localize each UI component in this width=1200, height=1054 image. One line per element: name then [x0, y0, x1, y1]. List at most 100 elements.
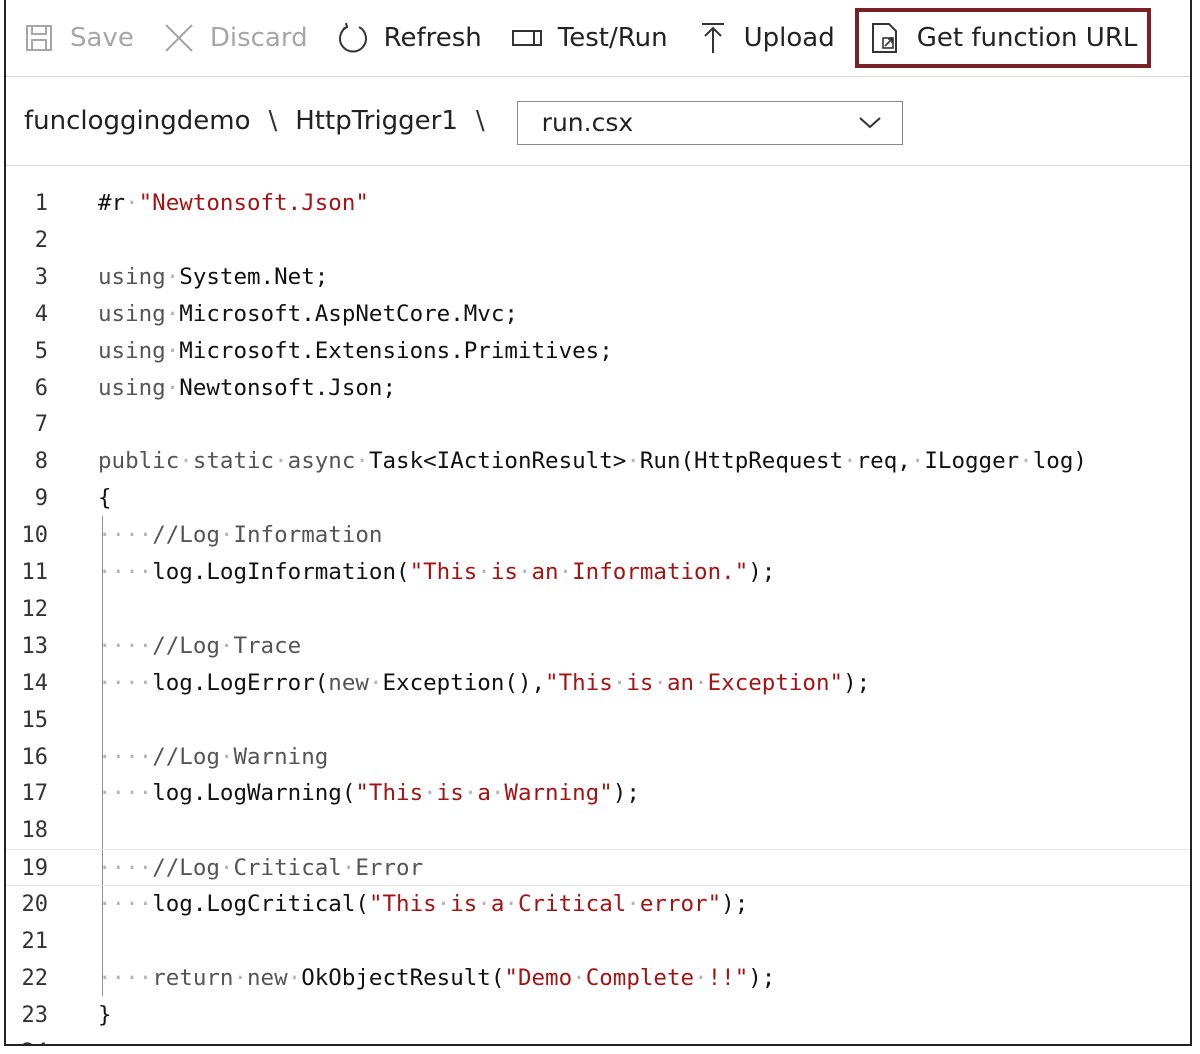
code-line[interactable]: 3 using·System.Net; — [6, 259, 1190, 296]
upload-button[interactable]: Upload — [682, 10, 849, 66]
code-token: ···· — [98, 632, 153, 659]
code-text: } — [98, 997, 112, 1034]
code-token: Microsoft.Extensions.Primitives; — [179, 337, 613, 364]
code-token: ···· — [98, 559, 153, 585]
code-token: ···· — [98, 964, 153, 991]
code-line[interactable]: 22 ····return·new·OkObjectResult("Demo·Co… — [6, 960, 1190, 997]
line-number: 17 — [21, 781, 49, 807]
code-token: Information." — [572, 559, 749, 585]
code-line[interactable]: 10 ····//Log·Information — [6, 517, 1190, 554]
code-line[interactable]: 12 — [6, 591, 1190, 628]
code-token: · — [165, 263, 180, 290]
code-token: · — [179, 448, 193, 475]
monitor-icon — [511, 30, 542, 46]
code-token: · — [219, 743, 234, 770]
code-editor[interactable]: 1 #r·"Newtonsoft.Json" 2 3 using·System.Net;… — [6, 166, 1190, 1044]
code-token: ···· — [98, 891, 153, 918]
code-text: ····//Log·Critical·Error — [98, 850, 423, 887]
code-line[interactable]: 24 — [6, 1034, 1190, 1044]
code-line[interactable]: 8 public·static·async·Task<IActionResult>… — [6, 443, 1190, 480]
code-text: using·Newtonsoft.Json; — [98, 370, 396, 407]
function-editor-window: Save Discard Refresh Test/Run Upload Get… — [4, 0, 1192, 1046]
code-line[interactable]: 11 ····log.LogInformation("This·is·an·Inf… — [6, 554, 1190, 591]
code-token: · — [423, 780, 437, 807]
code-token: · — [341, 855, 356, 882]
code-text: ····log.LogError(new·Exception(),"This·i… — [98, 665, 870, 702]
code-token: error" — [639, 891, 722, 918]
code-token: an — [531, 559, 559, 585]
code-token: public — [98, 448, 180, 475]
code-line[interactable]: 17 ····log.LogWarning("This·is·a·Warning"… — [6, 775, 1190, 812]
code-line[interactable]: 1 #r·"Newtonsoft.Json" — [6, 185, 1190, 222]
code-token: OkObjectResult( — [301, 964, 505, 991]
code-text: using·Microsoft.Extensions.Primitives; — [98, 333, 613, 370]
code-token: async — [287, 448, 356, 475]
line-number: 18 — [21, 818, 49, 844]
code-text: ····log.LogCritical("This·is·a·Critical·… — [98, 886, 748, 923]
code-token: Warning — [233, 743, 329, 770]
code-token: Trace — [233, 632, 302, 659]
file-select-dropdown[interactable]: run.csx — [516, 100, 903, 145]
code-token: · — [219, 522, 234, 549]
code-line[interactable]: 23} — [6, 997, 1190, 1034]
code-token: · — [125, 190, 139, 216]
code-token: log.LogCritical( — [152, 891, 369, 918]
breadcrumb-app[interactable]: funcloggingdemo — [24, 106, 250, 136]
code-text: { — [98, 480, 112, 517]
line-number: 14 — [21, 670, 49, 696]
code-token: Warning" — [504, 780, 613, 807]
code-token: "This — [545, 669, 613, 696]
code-token: ···· — [98, 780, 153, 807]
test-run-button[interactable]: Test/Run — [496, 10, 682, 66]
code-line[interactable]: 15 — [6, 702, 1190, 739]
code-token: //Log — [152, 743, 220, 770]
code-token: · — [626, 448, 640, 475]
code-token: log.LogError( — [152, 669, 329, 696]
code-token: · — [504, 891, 518, 918]
code-token: log.LogWarning( — [152, 780, 356, 807]
code-line[interactable]: 13 ····//Log·Trace — [6, 628, 1190, 665]
code-token: ); — [748, 559, 776, 585]
code-line[interactable]: 9{ — [6, 480, 1190, 517]
code-line[interactable]: 6 using·Newtonsoft.Json; — [6, 370, 1190, 407]
code-token: · — [490, 780, 505, 807]
code-text: public·static·async·Task<IActionResult>·… — [98, 443, 1087, 480]
code-text: using·Microsoft.AspNetCore.Mvc; — [98, 296, 518, 333]
line-number: 4 — [34, 301, 48, 327]
code-line[interactable]: 5 using·Microsoft.Extensions.Primitives; — [6, 333, 1190, 370]
line-number: 3 — [34, 264, 48, 290]
breadcrumb-function[interactable]: HttpTrigger1 — [295, 106, 458, 136]
code-line[interactable]: 4 using·Microsoft.AspNetCore.Mvc; — [6, 296, 1190, 333]
refresh-button[interactable]: Refresh — [322, 10, 496, 66]
line-number: 11 — [21, 560, 49, 585]
code-line[interactable]: 20 ····log.LogCritical("This·is·a·Critica… — [6, 886, 1190, 923]
code-token: · — [233, 964, 248, 991]
file-select-value: run.csx — [541, 108, 634, 137]
code-token: using — [98, 337, 166, 364]
code-line[interactable]: 14 ····log.LogError(new·Exception(),"This… — [6, 665, 1190, 702]
code-line[interactable]: 16 ····//Log·Warning — [6, 739, 1190, 776]
code-line[interactable]: 2 — [6, 222, 1190, 259]
get-function-url-button[interactable]: Get function URL — [854, 8, 1152, 68]
code-line[interactable]: 18 — [6, 812, 1190, 849]
code-text: ····return·new·OkObjectResult("Demo·Comp… — [98, 960, 775, 997]
code-text: ····log.LogInformation("This·is·an·Infor… — [98, 554, 775, 591]
code-line[interactable]: 19 ····//Log·Critical·Error — [6, 849, 1190, 887]
line-number: 15 — [21, 707, 49, 733]
discard-button[interactable]: Discard — [148, 10, 322, 66]
code-token: · — [626, 891, 640, 918]
code-token: Microsoft.AspNetCore.Mvc; — [179, 300, 518, 327]
code-line[interactable]: 21 — [6, 923, 1190, 960]
code-token: new — [247, 964, 288, 991]
line-number: 19 — [21, 856, 49, 882]
code-token: is — [626, 669, 654, 696]
code-token: Complete — [585, 964, 695, 991]
breadcrumb-separator: \ — [268, 105, 278, 136]
link-doc-icon — [871, 23, 897, 53]
save-button[interactable]: Save — [6, 10, 148, 66]
upload-icon — [701, 23, 724, 53]
get-function-url-label: Get function URL — [916, 23, 1138, 53]
code-line[interactable]: 7 — [6, 406, 1190, 443]
code-token: ILogger — [924, 448, 1020, 475]
code-token: static — [192, 448, 275, 475]
